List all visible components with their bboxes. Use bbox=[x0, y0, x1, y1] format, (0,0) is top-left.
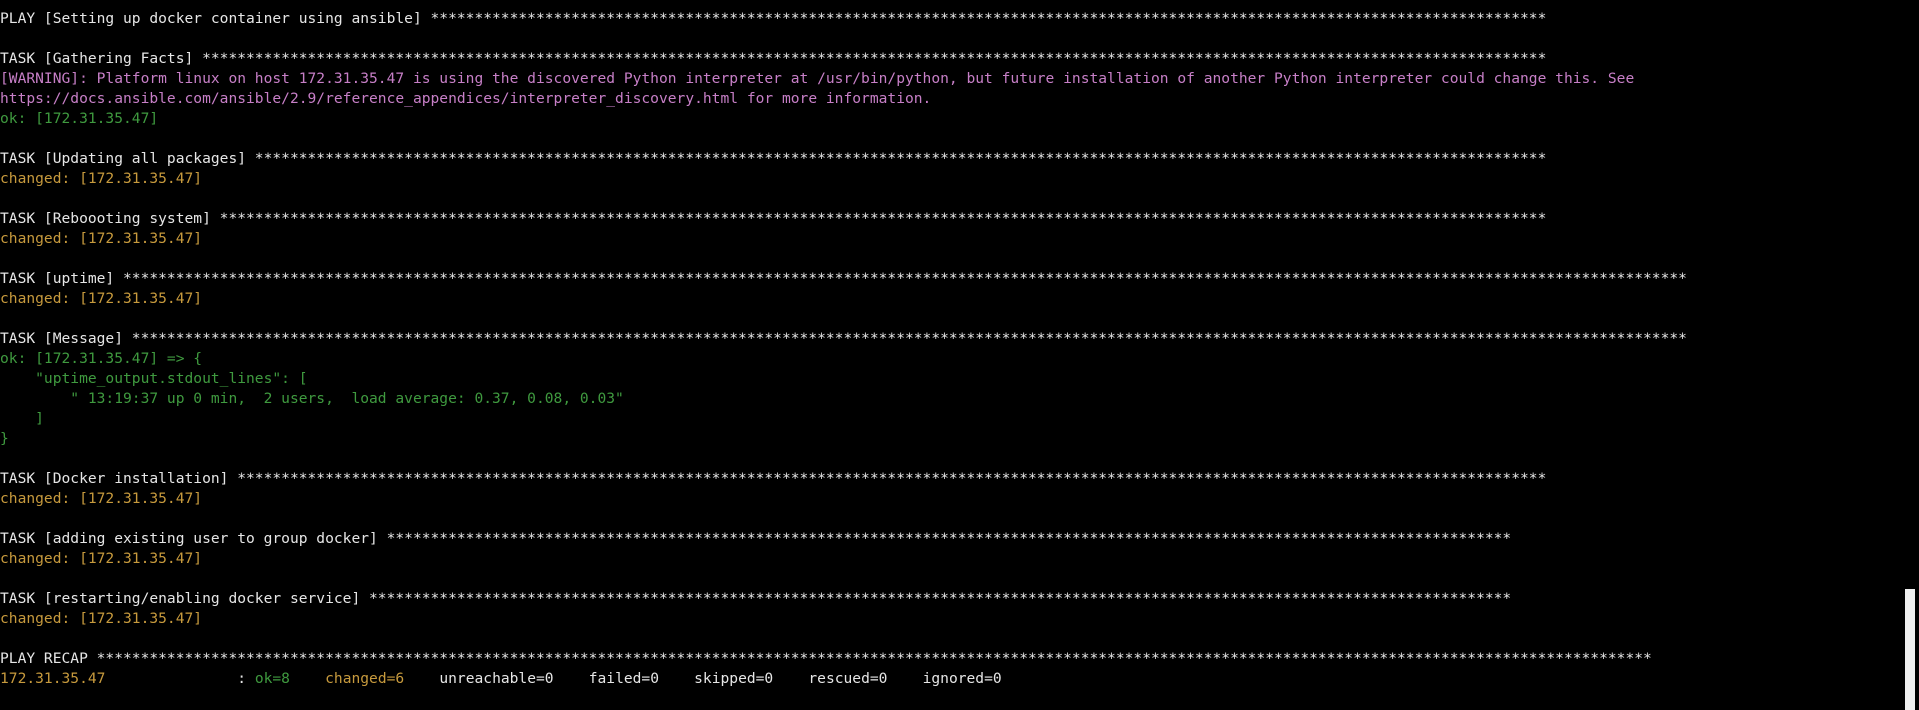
terminal-output: PLAY [Setting up docker container using … bbox=[0, 9, 1900, 689]
terminal-line: TASK [adding existing user to group dock… bbox=[0, 529, 1900, 549]
terminal-text-segment: changed: [172.31.35.47] bbox=[0, 230, 203, 247]
terminal-text-segment: ok=8 bbox=[254, 670, 290, 687]
terminal-text-segment: TASK [Message] *************************… bbox=[0, 330, 1687, 347]
terminal-line: PLAY [Setting up docker container using … bbox=[0, 9, 1900, 29]
terminal-line: " 13:19:37 up 0 min, 2 users, load avera… bbox=[0, 389, 1900, 409]
terminal-text-segment: TASK [Docker installation] *************… bbox=[0, 470, 1547, 487]
terminal-line: ok: [172.31.35.47] bbox=[0, 109, 1900, 129]
terminal-text-segment: ok: [172.31.35.47] => { bbox=[0, 350, 203, 367]
terminal-line: [WARNING]: Platform linux on host 172.31… bbox=[0, 69, 1900, 89]
terminal-line: ok: [172.31.35.47] => { bbox=[0, 349, 1900, 369]
terminal-text-segment: "uptime_output.stdout_lines": [ bbox=[0, 370, 308, 387]
terminal-text-segment: TASK [Reboooting system] ***************… bbox=[0, 210, 1547, 227]
terminal-text-segment: " 13:19:37 up 0 min, 2 users, load avera… bbox=[0, 390, 624, 407]
terminal-text-segment: PLAY [Setting up docker container using … bbox=[0, 10, 1547, 27]
terminal-line: ] bbox=[0, 409, 1900, 429]
terminal-line: changed: [172.31.35.47] bbox=[0, 229, 1900, 249]
terminal-text-segment: } bbox=[0, 430, 9, 447]
terminal-line: "uptime_output.stdout_lines": [ bbox=[0, 369, 1900, 389]
terminal-text-segment: changed: [172.31.35.47] bbox=[0, 490, 203, 507]
terminal-text-segment: changed: [172.31.35.47] bbox=[0, 610, 203, 627]
terminal-line: 172.31.35.47 : ok=8 changed=6 unreachabl… bbox=[0, 669, 1900, 689]
terminal-line: TASK [Reboooting system] ***************… bbox=[0, 209, 1900, 229]
terminal-line: changed: [172.31.35.47] bbox=[0, 169, 1900, 189]
terminal-text-segment: TASK [uptime] **************************… bbox=[0, 270, 1687, 287]
terminal-text-segment: TASK [adding existing user to group dock… bbox=[0, 530, 1512, 547]
terminal-line: TASK [Message] *************************… bbox=[0, 329, 1900, 349]
terminal-text-segment: unreachable=0 failed=0 skipped=0 rescued… bbox=[404, 670, 1002, 687]
terminal-text-segment: ok: [172.31.35.47] bbox=[0, 110, 159, 127]
terminal-line: PLAY RECAP *****************************… bbox=[0, 649, 1900, 669]
terminal-line: TASK [restarting/enabling docker service… bbox=[0, 589, 1900, 609]
terminal-line: changed: [172.31.35.47] bbox=[0, 609, 1900, 629]
terminal-line: TASK [Updating all packages] ***********… bbox=[0, 149, 1900, 169]
terminal-text-segment: changed: [172.31.35.47] bbox=[0, 290, 203, 307]
terminal-line: changed: [172.31.35.47] bbox=[0, 489, 1900, 509]
terminal-line: TASK [Docker installation] *************… bbox=[0, 469, 1900, 489]
terminal-text-segment: changed: [172.31.35.47] bbox=[0, 550, 203, 567]
terminal-line: TASK [Gathering Facts] *****************… bbox=[0, 49, 1900, 69]
terminal-window[interactable]: PLAY [Setting up docker container using … bbox=[0, 0, 1919, 710]
terminal-text-segment: https://docs.ansible.com/ansible/2.9/ref… bbox=[0, 90, 932, 107]
terminal-text-segment: PLAY RECAP *****************************… bbox=[0, 650, 1652, 667]
terminal-line: } bbox=[0, 429, 1900, 449]
terminal-text-segment: TASK [restarting/enabling docker service… bbox=[0, 590, 1512, 607]
terminal-text-segment: : bbox=[105, 670, 255, 687]
terminal-line: https://docs.ansible.com/ansible/2.9/ref… bbox=[0, 89, 1900, 109]
terminal-text-segment: [WARNING]: Platform linux on host 172.31… bbox=[0, 70, 1635, 87]
vertical-scrollbar[interactable] bbox=[1901, 0, 1919, 710]
terminal-text-segment: changed=6 bbox=[325, 670, 405, 687]
terminal-line: TASK [uptime] **************************… bbox=[0, 269, 1900, 289]
terminal-line: changed: [172.31.35.47] bbox=[0, 289, 1900, 309]
scrollbar-thumb[interactable] bbox=[1905, 589, 1915, 710]
terminal-text-segment: changed: [172.31.35.47] bbox=[0, 170, 203, 187]
terminal-text-segment: TASK [Gathering Facts] *****************… bbox=[0, 50, 1547, 67]
terminal-text-segment: TASK [Updating all packages] ***********… bbox=[0, 150, 1547, 167]
terminal-text-segment: ] bbox=[0, 410, 44, 427]
terminal-text-segment: 172.31.35.47 bbox=[0, 670, 106, 687]
terminal-line: changed: [172.31.35.47] bbox=[0, 549, 1900, 569]
